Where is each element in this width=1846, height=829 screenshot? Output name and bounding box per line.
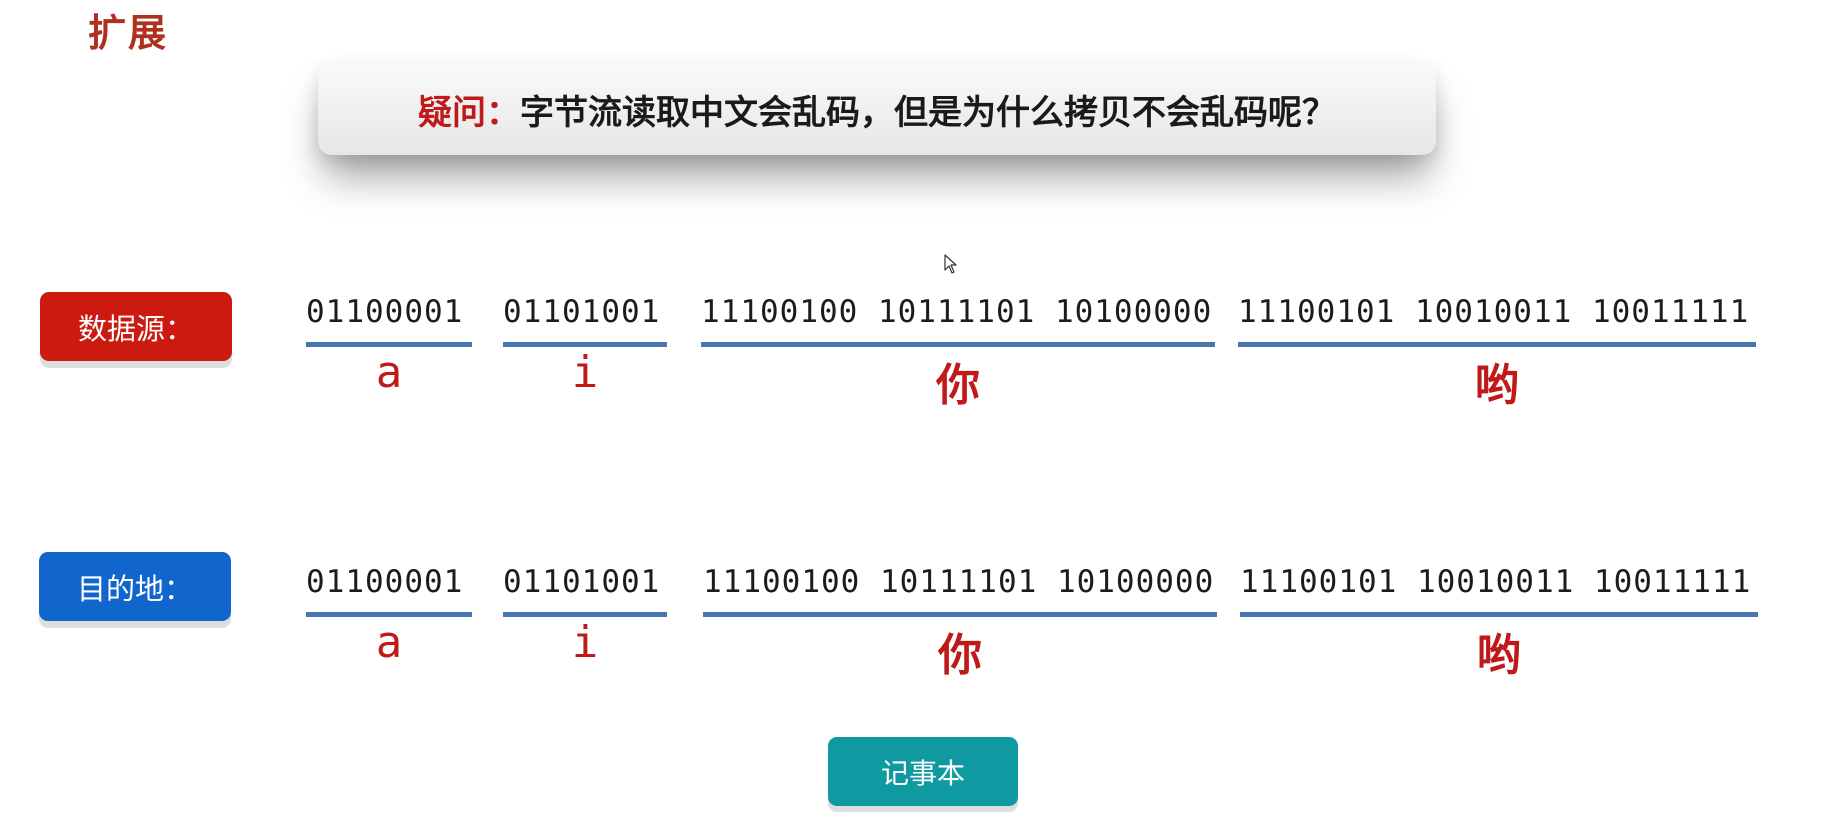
mouse-cursor-icon (944, 254, 957, 274)
source-bytes: 01101001 (503, 294, 661, 330)
destination-bytes: 01100001 (306, 564, 464, 600)
section-heading: 扩展 (88, 11, 169, 55)
source-bytes: 11100101 10010011 10011111 (1238, 294, 1750, 330)
destination-bytes: 01101001 (503, 564, 661, 600)
source-bytes: 11100100 10111101 10100000 (701, 294, 1213, 330)
destination-bytes: 11100100 10111101 10100000 (703, 564, 1215, 600)
question-card: 疑问： 字节流读取中文会乱码，但是为什么拷贝不会乱码呢？ (318, 63, 1436, 155)
destination-label-button: 目的地： (39, 552, 231, 621)
source-segment-yo: 11100101 10010011 10011111 哟 (1238, 294, 1756, 411)
source-segment-i: 01101001 i (503, 294, 667, 404)
destination-underline (1240, 612, 1758, 617)
source-bytes: 01100001 (306, 294, 464, 330)
destination-segment-a: 01100001 a (306, 564, 472, 674)
destination-segment-i: 01101001 i (503, 564, 667, 674)
question-text: 字节流读取中文会乱码，但是为什么拷贝不会乱码呢？ (520, 92, 1336, 133)
source-char: i (571, 347, 599, 398)
source-segment-ni: 11100100 10111101 10100000 你 (701, 294, 1215, 411)
source-underline (701, 342, 1215, 347)
destination-char: a (375, 617, 403, 668)
destination-char: i (571, 617, 599, 668)
destination-segment-ni: 11100100 10111101 10100000 你 (703, 564, 1217, 681)
destination-underline (703, 612, 1217, 617)
destination-segment-yo: 11100101 10010011 10011111 哟 (1240, 564, 1758, 681)
destination-bytes: 11100101 10010011 10011111 (1240, 564, 1752, 600)
source-label-button: 数据源： (40, 292, 232, 361)
destination-char: 哟 (1477, 630, 1521, 681)
destination-char: 你 (938, 630, 982, 681)
question-prefix: 疑问： (418, 92, 520, 133)
source-segment-a: 01100001 a (306, 294, 472, 404)
source-char: a (375, 347, 403, 398)
source-char: 哟 (1475, 360, 1519, 411)
notepad-button[interactable]: 记事本 (828, 737, 1018, 806)
source-char: 你 (936, 360, 980, 411)
source-underline (1238, 342, 1756, 347)
